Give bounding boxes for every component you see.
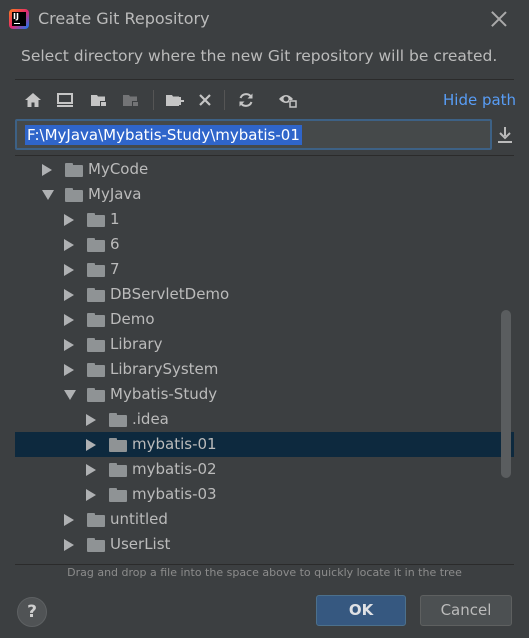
tree-row[interactable]: LibrarySystem (15, 357, 514, 382)
folder-icon (109, 413, 127, 427)
desktop-icon[interactable] (54, 89, 76, 111)
expand-arrow-icon[interactable] (86, 464, 96, 476)
refresh-icon[interactable] (235, 89, 257, 111)
tree-row-label: UserList (110, 535, 171, 553)
expand-arrow-icon[interactable] (42, 164, 52, 176)
hide-path-link[interactable]: Hide path (443, 91, 516, 109)
dialog-title: Create Git Repository (38, 9, 210, 28)
tree-row[interactable]: untitled (15, 507, 514, 532)
folder-icon (65, 188, 83, 202)
folder-icon (87, 263, 105, 277)
expand-arrow-icon[interactable] (86, 414, 96, 426)
expand-arrow-icon[interactable] (64, 314, 74, 326)
title-bar: IJ Create Git Repository (0, 0, 529, 38)
tree-row-label: mybatis-03 (132, 485, 217, 503)
tree-row-label: mybatis-01 (132, 435, 217, 453)
tree-row[interactable]: MyCode (15, 157, 514, 182)
expand-arrow-icon[interactable] (64, 264, 74, 276)
folder-icon (87, 313, 105, 327)
toolbar-separator (153, 90, 154, 110)
expand-arrow-icon[interactable] (86, 439, 96, 451)
dialog-description: Select directory where the new Git repos… (21, 47, 498, 65)
folder-icon (87, 213, 105, 227)
folder-icon (87, 363, 105, 377)
expand-arrow-icon[interactable] (86, 489, 96, 501)
folder-icon (87, 388, 105, 402)
tree-row-label: Demo (110, 310, 155, 328)
module-folder-icon[interactable] (120, 89, 142, 111)
download-icon[interactable] (496, 125, 514, 145)
tree-row[interactable]: mybatis-03 (15, 482, 514, 507)
tree-row-label: 1 (110, 210, 120, 228)
cancel-button[interactable]: Cancel (420, 595, 512, 626)
help-button[interactable]: ? (17, 597, 47, 627)
tree-row[interactable]: UserList (15, 532, 514, 557)
tree-row-label: DBServletDemo (110, 285, 230, 303)
folder-icon (109, 463, 127, 477)
tree-row-label: LibrarySystem (110, 360, 219, 378)
tree-row-label: .idea (132, 410, 169, 428)
tree-row-label: mybatis-02 (132, 460, 217, 478)
folder-icon (87, 513, 105, 527)
tree-row[interactable]: .idea (15, 407, 514, 432)
ok-button[interactable]: OK (316, 595, 406, 626)
folder-icon (109, 438, 127, 452)
tree-row[interactable]: DBServletDemo (15, 282, 514, 307)
tree-scrollbar[interactable] (501, 310, 511, 478)
new-folder-icon[interactable] (164, 89, 186, 111)
toolbar-separator (224, 90, 225, 110)
expand-arrow-icon[interactable] (64, 289, 74, 301)
tree-row[interactable]: 7 (15, 257, 514, 282)
tree-row-label: Mybatis-Study (110, 385, 218, 403)
home-icon[interactable] (22, 89, 44, 111)
show-hidden-icon[interactable] (277, 89, 299, 111)
folder-icon (87, 338, 105, 352)
intellij-app-icon: IJ (9, 9, 29, 29)
tree-row-label: MyJava (88, 185, 142, 203)
path-input[interactable]: F:\MyJava\Mybatis-Study\mybatis-01 (15, 119, 492, 150)
folder-icon (87, 238, 105, 252)
divider (15, 79, 514, 80)
directory-tree[interactable]: MyCode MyJava 1 6 7 DBServletDemo Demo Library L… (15, 155, 514, 565)
drag-drop-hint: Drag and drop a file into the space abov… (67, 566, 462, 579)
tree-row[interactable]: Mybatis-Study (15, 382, 514, 407)
expand-arrow-icon[interactable] (64, 214, 74, 226)
close-icon[interactable] (488, 8, 510, 30)
tree-row[interactable]: 6 (15, 232, 514, 257)
tree-row[interactable]: MyJava (15, 182, 514, 207)
tree-row[interactable]: mybatis-01 (15, 432, 514, 457)
expand-arrow-icon[interactable] (64, 539, 74, 551)
tree-row-label: untitled (110, 510, 168, 528)
folder-icon (65, 163, 83, 177)
delete-icon[interactable] (194, 89, 216, 111)
folder-icon (87, 288, 105, 302)
tree-row-label: Library (110, 335, 163, 353)
folder-icon (87, 538, 105, 552)
folder-icon (109, 488, 127, 502)
expand-arrow-icon[interactable] (64, 239, 74, 251)
tree-row[interactable]: Demo (15, 307, 514, 332)
expand-arrow-icon[interactable] (64, 364, 74, 376)
collapse-arrow-icon[interactable] (64, 390, 76, 400)
expand-arrow-icon[interactable] (64, 514, 74, 526)
expand-arrow-icon[interactable] (64, 339, 74, 351)
tree-row-label: 7 (110, 260, 120, 278)
tree-row-label: MyCode (88, 160, 149, 178)
tree-row[interactable]: Library (15, 332, 514, 357)
tree-row-label: 6 (110, 235, 120, 253)
project-folder-icon[interactable] (88, 89, 110, 111)
file-chooser-toolbar (22, 89, 322, 111)
path-input-value[interactable]: F:\MyJava\Mybatis-Study\mybatis-01 (25, 125, 302, 145)
tree-row[interactable]: mybatis-02 (15, 457, 514, 482)
tree-row[interactable]: 1 (15, 207, 514, 232)
collapse-arrow-icon[interactable] (42, 190, 54, 200)
